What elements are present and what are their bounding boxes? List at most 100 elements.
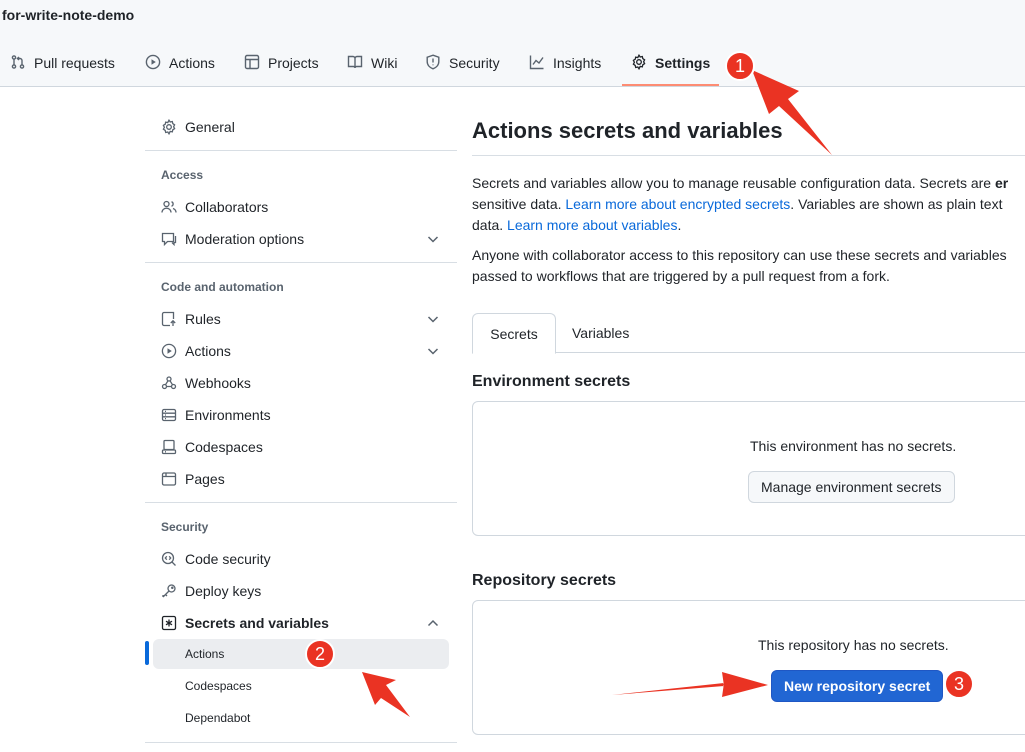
access-note: Anyone with collaborator access to this … [472,245,1025,287]
tab-label: Insights [553,55,602,71]
sidebar-subitem-label: Dependabot [185,711,251,725]
intro-line: sensitive data. [472,196,566,212]
sidebar-section-access: Access [161,168,204,182]
git-pull-request-icon [10,54,26,73]
sidebar-subitem-dependabot[interactable]: Dependabot [153,703,449,733]
play-icon [145,54,161,73]
gear-icon [631,53,647,73]
asterisk-icon [161,615,177,631]
sidebar-item-collaborators[interactable]: Collaborators [145,192,457,222]
sidebar-section-security: Security [161,520,209,534]
selected-tab-underline [622,84,719,86]
server-icon [161,407,177,423]
repo-title[interactable]: for-write-note-demo [2,7,134,23]
access-note-line: passed to workflows that are triggered b… [472,268,890,284]
repository-secrets-heading: Repository secrets [472,572,617,589]
sidebar-item-deploy-keys[interactable]: Deploy keys [145,576,457,606]
annotation-badge-3: 3 [944,669,974,699]
sidebar-item-general[interactable]: General [145,112,457,142]
sidebar-item-label: Environments [185,407,271,423]
sidebar-item-codespaces[interactable]: Codespaces [145,432,457,462]
play-icon [161,343,177,359]
intro-line: data. [472,217,508,233]
tab-projects[interactable]: Projects [244,46,319,80]
tab-label: Settings [655,55,711,71]
gear-icon [161,119,177,135]
graph-icon [529,54,545,73]
sidebar-item-label: Deploy keys [185,583,262,599]
sidebar-subitem-label: Actions [185,647,225,661]
sidebar-item-environments[interactable]: Environments [145,400,457,430]
chevron-down-icon[interactable] [425,311,441,327]
annotation-badge-2: 2 [305,639,335,669]
repo-push-icon [161,311,177,327]
intro-line: . [677,217,682,233]
sidebar-divider [145,262,457,263]
codescan-icon [161,551,177,567]
tab-label: Wiki [371,55,398,71]
sidebar-item-label: General [185,119,235,135]
manage-environment-secrets-button[interactable]: Manage environment secrets [748,471,955,503]
shield-icon [425,53,441,73]
sidebar-item-pages[interactable]: Pages [145,464,457,494]
sidebar-item-label: Webhooks [185,375,251,391]
sidebar-item-code-security[interactable]: Code security [145,544,457,574]
environment-secrets-heading: Environment secrets [472,373,631,390]
tab-label: Projects [268,55,319,71]
sidebar-item-rules[interactable]: Rules [145,304,457,334]
sidebar-subitem-codespaces[interactable]: Codespaces [153,671,449,701]
sidebar-item-moderation[interactable]: Moderation options [145,224,457,254]
browser-icon [161,471,177,487]
book-icon [347,54,363,73]
sidebar-item-label: Collaborators [185,199,269,215]
intro-line: . Variables are shown as plain text [790,196,1003,212]
repository-secrets-box: This repository has no secrets. New repo… [472,600,1025,735]
title-divider [472,155,1025,156]
tab-label: Pull requests [34,55,115,71]
repo-header: for-write-note-demo Pull requests Action… [0,0,1025,87]
intro-bold: er [994,175,1009,191]
tab-label: Security [449,55,500,71]
tab-settings[interactable]: Settings [631,46,710,80]
tab-variables[interactable]: Variables [572,313,629,353]
intro-text: Secrets and variables allow you to manag… [472,173,1025,236]
sidebar-item-actions[interactable]: Actions [145,336,457,366]
encrypted-secrets-link[interactable]: Learn more about encrypted secrets [565,196,790,212]
sidebar-section-code-automation: Code and automation [161,280,284,294]
tab-wiki[interactable]: Wiki [347,46,397,80]
codespaces-icon [161,439,177,455]
tab-label: Actions [169,55,215,71]
sidebar-item-webhooks[interactable]: Webhooks [145,368,457,398]
sidebar-item-secrets-variables[interactable]: Secrets and variables [145,608,457,638]
tab-pull-requests[interactable]: Pull requests [10,46,115,80]
tab-security[interactable]: Security [425,46,500,80]
key-icon [161,583,177,599]
tab-insights[interactable]: Insights [529,46,601,80]
sidebar-item-label: Actions [185,343,231,359]
sidebar-item-label: Secrets and variables [185,615,329,631]
new-repository-secret-button[interactable]: New repository secret [771,670,944,702]
annotation-badge-1: 1 [725,51,755,81]
intro-line: Secrets and variables allow you to manag… [472,175,995,191]
chevron-down-icon[interactable] [425,343,441,359]
environment-empty-message: This environment has no secrets. [750,438,957,454]
sidebar-subitem-actions[interactable]: Actions [153,639,449,669]
access-note-line: Anyone with collaborator access to this … [472,247,1007,263]
variables-link[interactable]: Learn more about variables [507,217,677,233]
active-indicator [145,641,149,665]
sidebar-divider [145,742,457,743]
tab-secrets[interactable]: Secrets [472,313,556,354]
repository-empty-message: This repository has no secrets. [758,637,949,653]
sidebar-subitem-label: Codespaces [185,679,252,693]
sidebar-item-label: Pages [185,471,225,487]
sidebar-divider [145,150,457,151]
sidebar-item-label: Code security [185,551,271,567]
chevron-up-icon[interactable] [425,615,441,631]
sidebar-item-label: Rules [185,311,221,327]
chevron-down-icon[interactable] [425,231,441,247]
comment-icon [161,231,177,247]
tab-actions[interactable]: Actions [145,46,215,80]
table-icon [244,54,260,73]
sidebar-item-label: Moderation options [185,231,305,247]
environment-secrets-box: This environment has no secrets. Manage … [472,401,1025,536]
